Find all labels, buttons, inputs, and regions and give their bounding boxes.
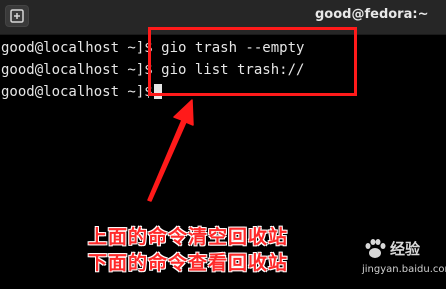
terminal-line: good@localhost ~]$ [1, 84, 162, 101]
watermark-url: jingyan.baidu.com [362, 264, 446, 275]
paw-logo-icon [365, 239, 386, 258]
new-tab-button[interactable] [5, 5, 29, 27]
new-tab-icon [10, 9, 24, 23]
highlight-box [148, 27, 357, 96]
window-title: good@fedora:~ [315, 7, 429, 22]
prompt-text: good@localhost ~]$ [1, 84, 153, 100]
annotation-text-2: 下面的命令查看回收站 [88, 252, 289, 274]
annotation-text-1: 上面的命令清空回收站 [88, 226, 289, 248]
watermark-text: 经验 [390, 240, 421, 258]
watermark: 经验 jingyan.baidu.com [362, 236, 446, 286]
terminal-window: good@fedora:~ good@localhost ~]$ gio tra… [0, 0, 446, 289]
